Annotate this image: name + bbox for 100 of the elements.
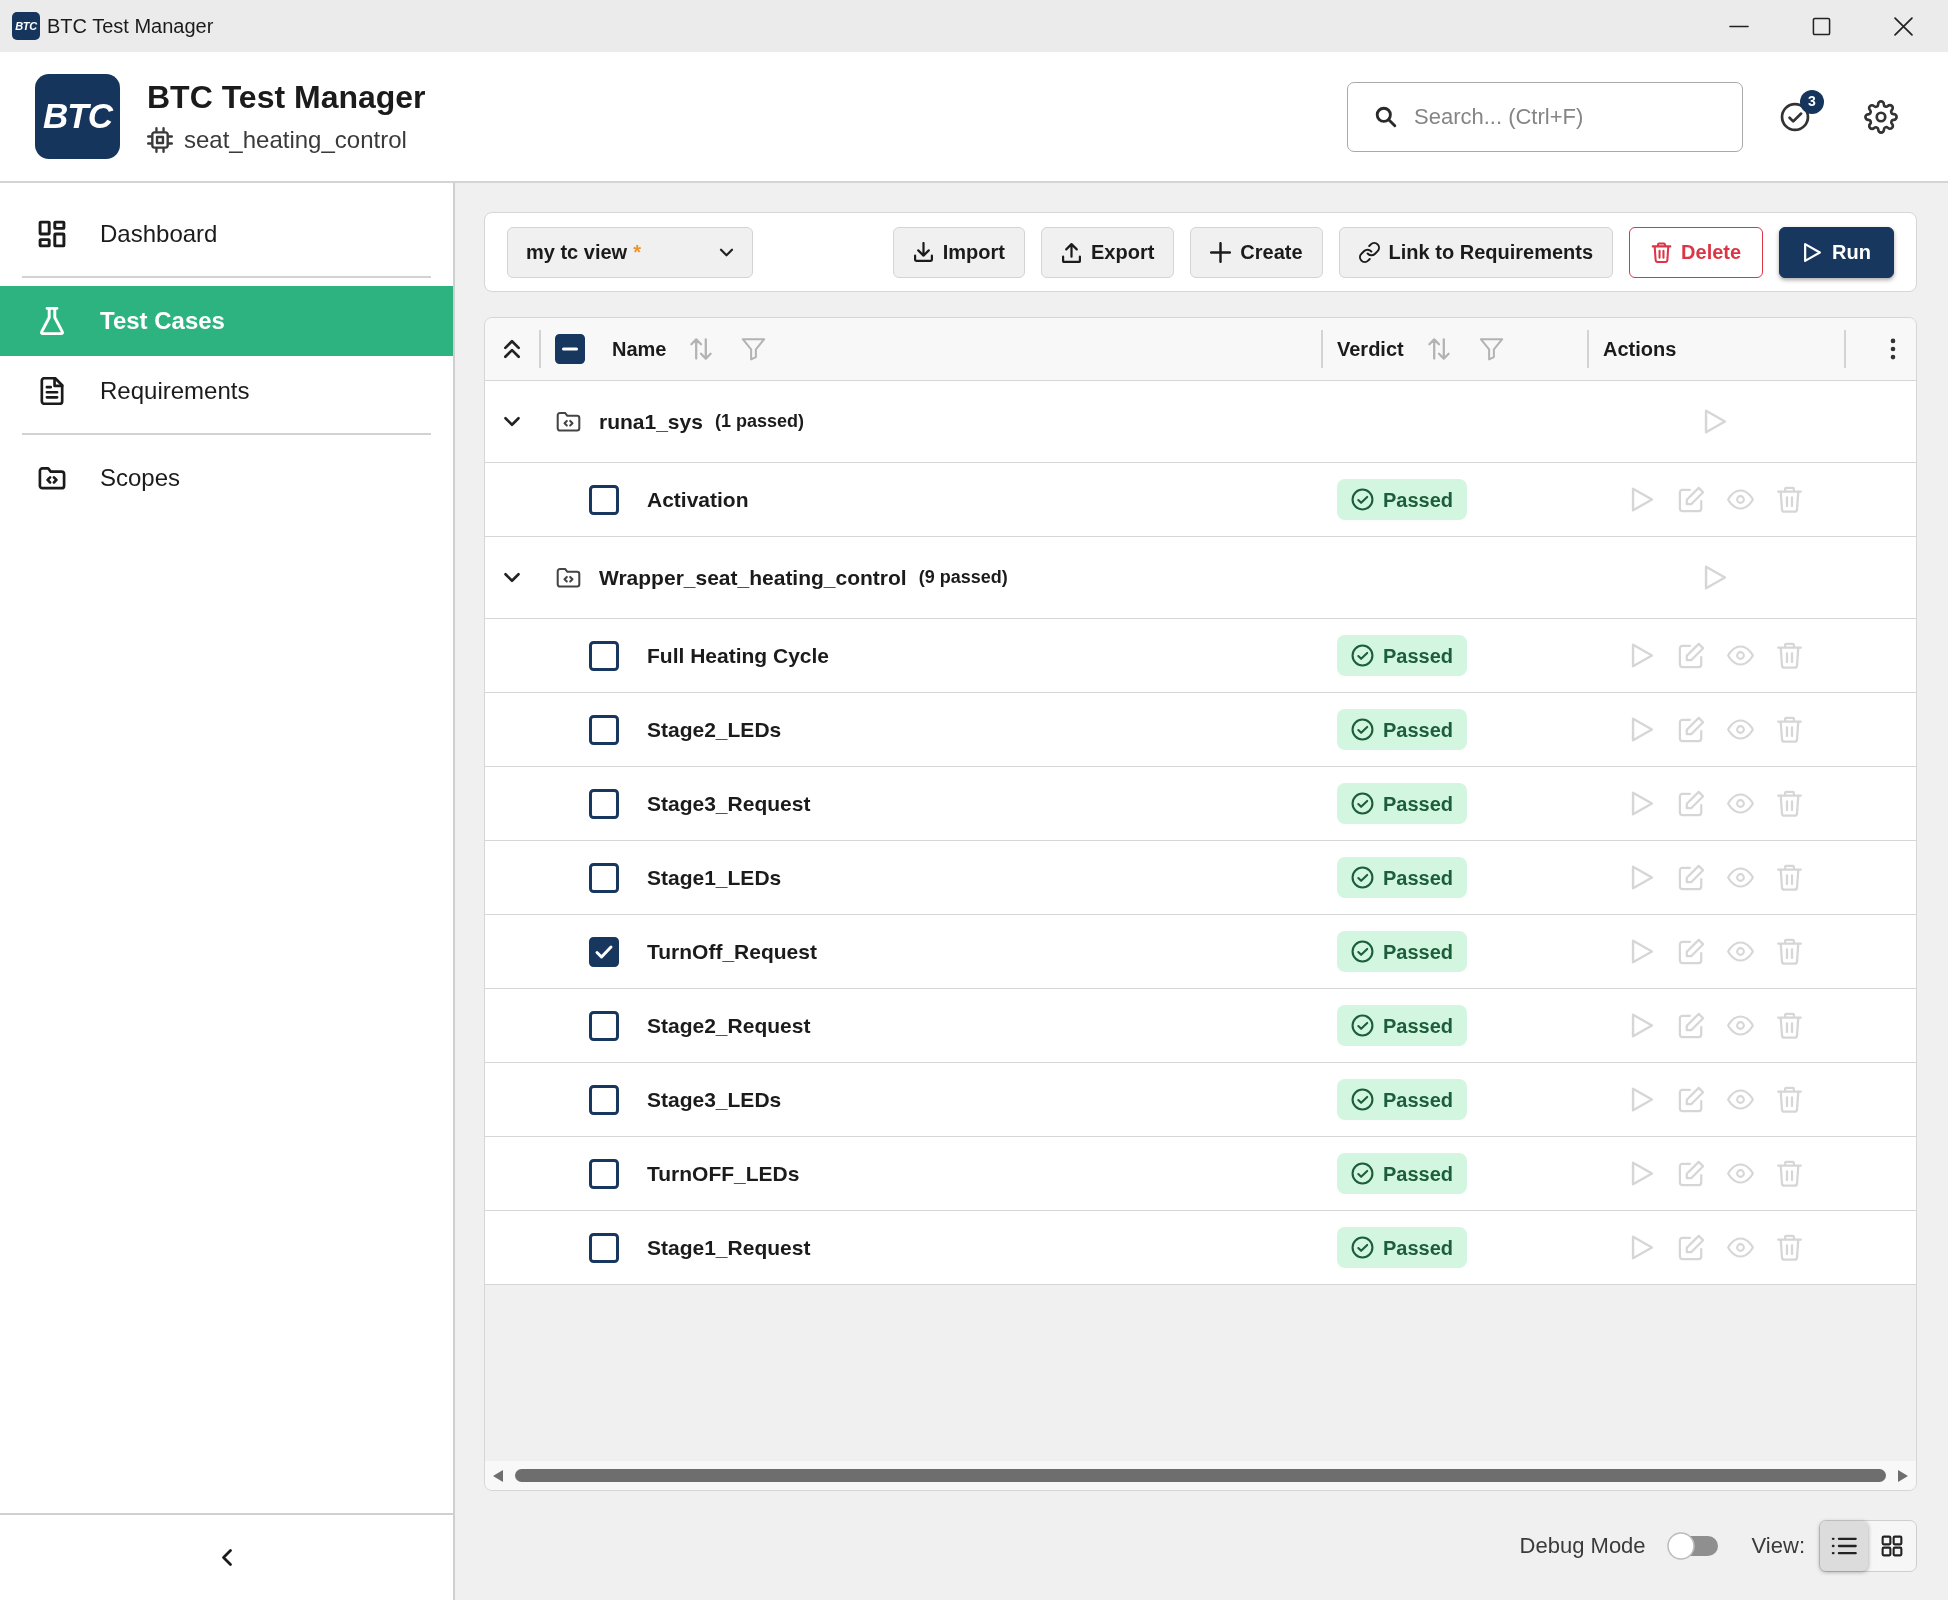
filter-icon[interactable] xyxy=(1478,337,1504,361)
view-label: View: xyxy=(1751,1532,1805,1560)
verdict-text: Passed xyxy=(1383,791,1454,817)
row-checkbox[interactable] xyxy=(589,936,619,967)
test-case-row[interactable]: TurnOff_Request Passed xyxy=(485,915,1916,989)
verdict-text: Passed xyxy=(1383,865,1454,891)
row-checkbox[interactable] xyxy=(589,788,619,819)
scrollbar-thumb[interactable] xyxy=(515,1469,1886,1482)
row-checkbox[interactable] xyxy=(589,714,619,745)
chevron-left-icon[interactable] xyxy=(219,1548,234,1567)
test-case-row[interactable]: Stage1_Request Passed xyxy=(485,1211,1916,1285)
debug-mode-toggle[interactable] xyxy=(1665,1530,1720,1561)
sidebar-item[interactable]: Dashboard xyxy=(0,199,453,269)
project-name: seat_heating_control xyxy=(184,124,407,155)
check-circle-icon xyxy=(1351,488,1374,511)
sidebar-item[interactable]: Requirements xyxy=(0,356,453,426)
minimize-icon[interactable] xyxy=(1729,24,1749,28)
verdict-text: Passed xyxy=(1383,1087,1454,1113)
link-button[interactable]: Link to Requirements xyxy=(1338,226,1614,278)
verdict-text: Passed xyxy=(1383,1013,1454,1039)
row-checkbox[interactable] xyxy=(589,640,619,671)
horizontal-scrollbar[interactable] xyxy=(485,1461,1916,1490)
code-folder-icon xyxy=(556,567,581,588)
test-case-row[interactable]: Activation Passed xyxy=(485,463,1916,537)
test-case-row[interactable]: Stage3_Request Passed xyxy=(485,767,1916,841)
check-circle-icon xyxy=(1351,866,1374,889)
run-button[interactable]: Run xyxy=(1779,226,1894,278)
double-chevron-up-icon[interactable] xyxy=(503,339,521,359)
select-all-checkbox[interactable] xyxy=(555,334,585,364)
check-circle-icon xyxy=(1351,1236,1374,1259)
test-case-name: TurnOff_Request xyxy=(647,938,817,965)
flask-icon xyxy=(38,307,66,335)
trash-icon xyxy=(1651,241,1673,263)
app-title: BTC Test Manager xyxy=(147,79,426,116)
link-icon xyxy=(1358,241,1380,263)
check-circle-icon xyxy=(1351,1162,1374,1185)
group-summary: (1 passed) xyxy=(714,410,804,433)
column-header[interactable]: Verdict xyxy=(1337,334,1404,364)
import-button[interactable]: Import xyxy=(892,226,1025,278)
chevron-down-icon[interactable] xyxy=(503,571,521,584)
close-icon[interactable] xyxy=(1893,16,1913,36)
check-circle-icon xyxy=(1351,1088,1374,1111)
row-checkbox[interactable] xyxy=(589,862,619,893)
debug-mode-label: Debug Mode xyxy=(1519,1532,1646,1560)
column-header[interactable]: Name xyxy=(612,334,667,364)
group-name: runa1_sys xyxy=(599,408,703,435)
upload-icon xyxy=(1061,241,1082,263)
scroll-right-icon[interactable] xyxy=(1898,1469,1908,1482)
filter-icon[interactable] xyxy=(741,337,767,361)
test-case-row[interactable]: Stage2_Request Passed xyxy=(485,989,1916,1063)
test-case-name: Stage1_Request xyxy=(647,1234,811,1261)
test-case-row[interactable]: Stage1_LEDs Passed xyxy=(485,841,1916,915)
scroll-left-icon[interactable] xyxy=(493,1469,503,1482)
check-circle-icon xyxy=(1351,1014,1374,1037)
sort-icon[interactable] xyxy=(689,337,714,361)
verdict-text: Passed xyxy=(1383,717,1454,743)
test-case-row[interactable]: Stage3_LEDs Passed xyxy=(485,1063,1916,1137)
test-case-name: TurnOFF_LEDs xyxy=(647,1160,800,1187)
app-logo: BTC xyxy=(12,12,40,40)
list-icon xyxy=(1831,1536,1857,1555)
check-circle-icon[interactable] xyxy=(1780,101,1810,132)
dashboard-icon xyxy=(38,220,66,248)
group-row[interactable]: Wrapper_seat_heating_control (9 passed) xyxy=(485,537,1916,619)
delete-button[interactable]: Delete xyxy=(1629,226,1764,278)
test-case-row[interactable]: TurnOFF_LEDs Passed xyxy=(485,1137,1916,1211)
export-button[interactable]: Export xyxy=(1041,226,1175,278)
row-checkbox[interactable] xyxy=(589,1232,619,1263)
list-view-button[interactable] xyxy=(1820,1520,1868,1571)
test-case-row[interactable]: Stage2_LEDs Passed xyxy=(485,693,1916,767)
create-button[interactable]: Create xyxy=(1190,226,1323,278)
row-checkbox[interactable] xyxy=(589,484,619,515)
download-icon xyxy=(912,241,934,263)
row-checkbox[interactable] xyxy=(589,1010,619,1041)
row-checkbox[interactable] xyxy=(589,1158,619,1189)
group-row[interactable]: runa1_sys (1 passed) xyxy=(485,381,1916,463)
test-case-name: Stage2_LEDs xyxy=(647,716,782,743)
group-name: Wrapper_seat_heating_control xyxy=(599,564,907,591)
verdict-text: Passed xyxy=(1383,1235,1454,1261)
chevron-down-icon[interactable] xyxy=(503,415,521,428)
test-case-name: Stage1_LEDs xyxy=(647,864,782,891)
view-select[interactable]: my tc view * xyxy=(507,226,753,278)
test-case-row[interactable]: Full Heating Cycle Passed xyxy=(485,619,1916,693)
sort-icon[interactable] xyxy=(1426,337,1451,361)
chip-icon xyxy=(147,126,173,153)
column-header[interactable]: Actions xyxy=(1603,334,1677,364)
more-icon[interactable] xyxy=(1890,338,1896,360)
maximize-icon[interactable] xyxy=(1811,16,1831,36)
window-title: BTC Test Manager xyxy=(47,14,214,39)
plus-icon xyxy=(1210,241,1232,263)
sidebar-item[interactable]: Scopes xyxy=(0,443,453,513)
test-case-name: Stage3_LEDs xyxy=(647,1086,782,1113)
play-icon xyxy=(1802,241,1824,263)
verdict-text: Passed xyxy=(1383,1161,1454,1187)
verdict-text: Passed xyxy=(1383,643,1454,669)
row-checkbox[interactable] xyxy=(589,1084,619,1115)
settings-icon[interactable] xyxy=(1864,99,1898,134)
search-field[interactable]: Search... (Ctrl+F) xyxy=(1347,81,1743,152)
test-case-name: Full Heating Cycle xyxy=(647,642,830,669)
code-folder-icon xyxy=(38,464,66,492)
verdict-text: Passed xyxy=(1383,487,1454,513)
